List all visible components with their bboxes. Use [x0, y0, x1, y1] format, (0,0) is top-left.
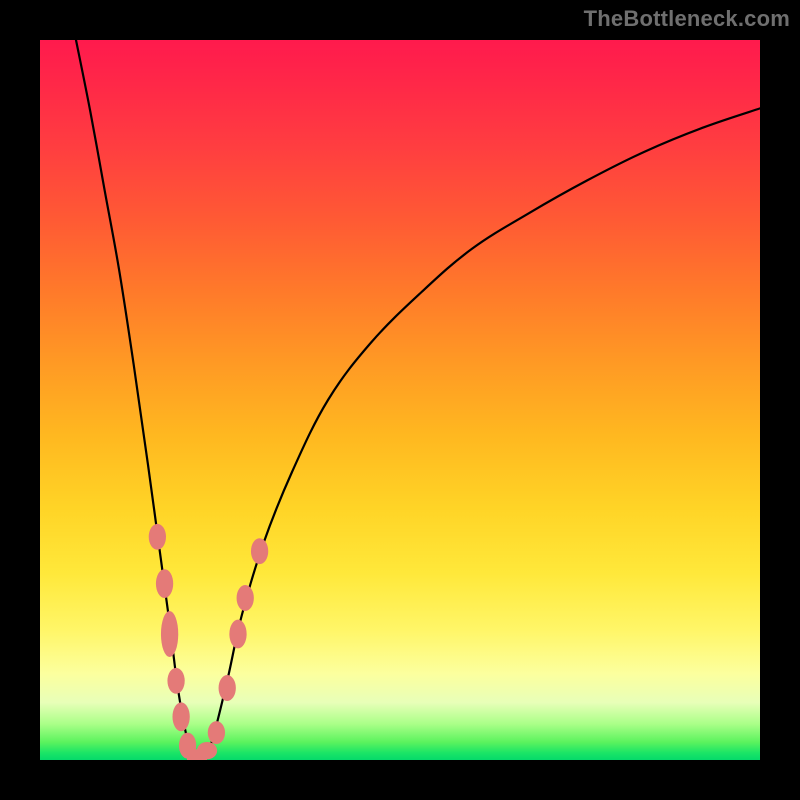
curve-marker [229, 620, 246, 649]
curve-marker [219, 675, 236, 701]
curve-marker [167, 668, 184, 694]
attribution-label: TheBottleneck.com [584, 6, 790, 32]
chart-frame: TheBottleneck.com [0, 0, 800, 800]
plot-area [40, 40, 760, 760]
curve-marker [172, 702, 189, 731]
curve-markers [149, 524, 269, 760]
bottleneck-curve [76, 40, 760, 760]
curve-marker [251, 538, 268, 564]
curve-marker [156, 569, 173, 598]
chart-svg [40, 40, 760, 760]
curve-marker [237, 585, 254, 611]
curve-marker [161, 611, 178, 657]
curve-marker [149, 524, 166, 550]
curve-marker [197, 742, 217, 759]
curve-marker [208, 721, 225, 744]
